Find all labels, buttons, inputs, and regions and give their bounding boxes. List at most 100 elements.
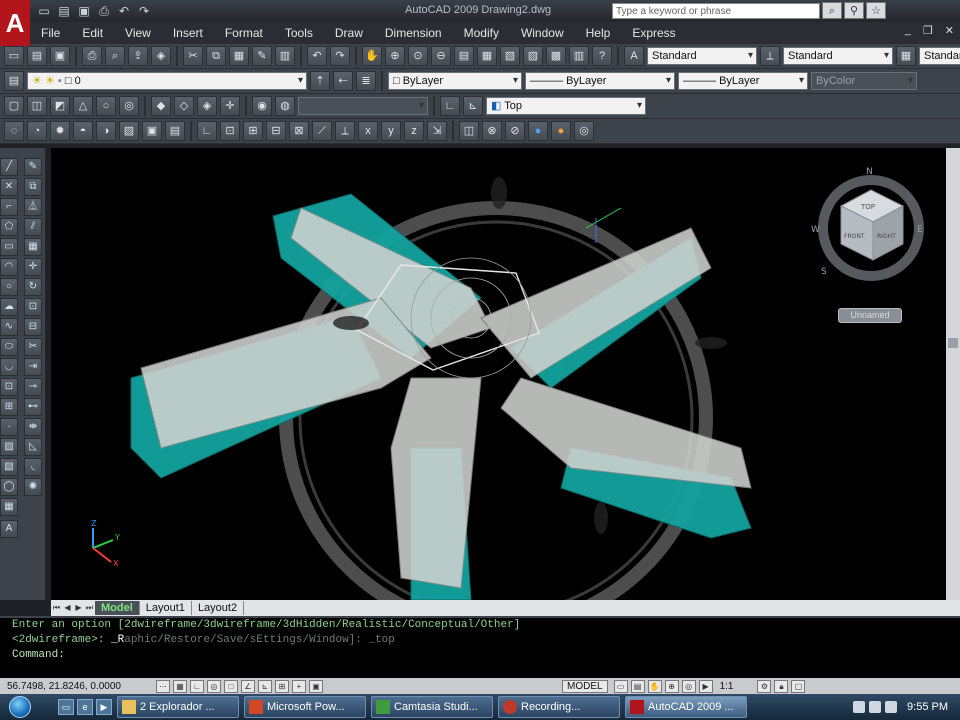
network-icon[interactable] [853, 701, 866, 713]
menu-window[interactable]: Window [510, 26, 575, 40]
plot-icon[interactable]: ⎙ [96, 3, 112, 19]
match-properties-icon[interactable]: ✎ [252, 46, 272, 66]
copy-icon[interactable]: ⧉ [206, 46, 226, 66]
3d-move-icon[interactable]: ✛ [220, 96, 240, 116]
point-icon[interactable]: · [0, 418, 18, 436]
lineweight-select[interactable]: ——— ByLayer [678, 72, 808, 90]
conceptual-icon[interactable]: ◎ [574, 121, 594, 141]
menu-express[interactable]: Express [621, 26, 686, 40]
cut-icon[interactable]: ✂ [183, 46, 203, 66]
table-style-select[interactable]: Standard [919, 47, 960, 65]
move-icon[interactable]: ✛ [24, 258, 42, 276]
task-autocad[interactable]: AutoCAD 2009 ... [625, 696, 747, 718]
doc-restore-icon[interactable]: ❐ [923, 24, 933, 37]
tab-prev-icon[interactable]: ◀ [62, 602, 73, 614]
menu-format[interactable]: Format [214, 26, 274, 40]
calculator-icon[interactable]: ▥ [569, 46, 589, 66]
plot-preview-icon[interactable]: ⌕ [105, 46, 125, 66]
copy-object-icon[interactable]: ⧉ [24, 178, 42, 196]
help-toolbar-icon[interactable]: ? [592, 46, 612, 66]
grid-icon[interactable]: ▦ [173, 679, 187, 693]
construction-line-icon[interactable]: ✕ [0, 178, 18, 196]
tab-layout2[interactable]: Layout2 [192, 601, 245, 615]
tab-first-icon[interactable]: ⏮ [51, 602, 62, 614]
text-style-select[interactable]: Standard [647, 47, 757, 65]
redo-toolbar-icon[interactable]: ↷ [330, 46, 350, 66]
cylinder-icon[interactable]: ◎ [119, 96, 139, 116]
polyline-icon[interactable]: ⌐ [0, 198, 18, 216]
menu-insert[interactable]: Insert [162, 26, 214, 40]
tab-next-icon[interactable]: ▶ [73, 602, 84, 614]
visual-styles-manager-icon[interactable]: ◫ [459, 121, 479, 141]
make-block-icon[interactable]: ⊞ [0, 398, 18, 416]
qnew-icon[interactable]: ▭ [36, 3, 52, 19]
zoom-previous-icon[interactable]: ⊖ [431, 46, 451, 66]
menu-tools[interactable]: Tools [274, 26, 324, 40]
doc-minimize-icon[interactable]: _ [905, 24, 911, 37]
rectangle-icon[interactable]: ▭ [0, 238, 18, 256]
tab-last-icon[interactable]: ⏭ [84, 602, 95, 614]
annotation-scale[interactable]: 1:1 [720, 681, 734, 692]
rotate-icon[interactable]: ↻ [24, 278, 42, 296]
gradient-icon[interactable]: ▧ [0, 458, 18, 476]
zoom-window-icon[interactable]: ⊙ [408, 46, 428, 66]
save-icon[interactable]: ▣ [76, 3, 92, 19]
pan-status-icon[interactable]: ✋ [647, 679, 662, 693]
polar-icon[interactable]: ◎ [207, 679, 221, 693]
3d-dwf-icon[interactable]: ◈ [151, 46, 171, 66]
dim-style-select[interactable]: Standard [783, 47, 893, 65]
menu-dimension[interactable]: Dimension [374, 26, 453, 40]
menu-edit[interactable]: Edit [71, 26, 114, 40]
hatch-icon[interactable]: ▨ [0, 438, 18, 456]
polygon-icon[interactable]: ⬠ [0, 218, 18, 236]
volume-icon[interactable] [869, 701, 882, 713]
menu-draw[interactable]: Draw [324, 26, 374, 40]
spline-icon[interactable]: ∿ [0, 318, 18, 336]
task-camtasia[interactable]: Camtasia Studi... [371, 696, 493, 718]
2d-wireframe-icon[interactable]: ⊗ [482, 121, 502, 141]
view-select[interactable]: ◧ Top [486, 97, 646, 115]
task-explorer[interactable]: 2 Explorador ... [117, 696, 239, 718]
cone-icon[interactable]: △ [73, 96, 93, 116]
line-icon[interactable]: ╱ [0, 158, 18, 176]
media-player-icon[interactable]: ▶ [96, 699, 112, 715]
steeringwheel-icon[interactable]: ◎ [681, 679, 696, 693]
properties-icon[interactable]: ▤ [454, 46, 474, 66]
redo-icon[interactable]: ↷ [136, 3, 152, 19]
light-icon[interactable]: ◓ [73, 121, 93, 141]
tool-palettes-icon[interactable]: ▧ [500, 46, 520, 66]
ie-icon[interactable]: e [77, 699, 93, 715]
clock[interactable]: 9:55 PM [907, 701, 948, 713]
revision-cloud-icon[interactable]: ☁ [0, 298, 18, 316]
sun-icon[interactable]: ✹ [50, 121, 70, 141]
3d-hidden-icon[interactable]: ● [528, 121, 548, 141]
markup-icon[interactable]: ▩ [546, 46, 566, 66]
zoom-realtime-icon[interactable]: ⊕ [385, 46, 405, 66]
polysolid-icon[interactable]: ▢ [4, 96, 24, 116]
show-desktop-icon[interactable]: ▭ [58, 699, 74, 715]
task-powerpoint[interactable]: Microsoft Pow... [244, 696, 366, 718]
chamfer-icon[interactable]: ◺ [24, 438, 42, 456]
search-input[interactable]: Type a keyword or phrase [612, 3, 820, 19]
layer-select[interactable]: ☀ ☀ ▪ □ 0 [27, 72, 307, 90]
circle-icon[interactable]: ○ [0, 278, 18, 296]
tab-model[interactable]: Model [95, 601, 140, 615]
render-icon[interactable]: ▨ [119, 121, 139, 141]
arc-icon[interactable]: ◠ [0, 258, 18, 276]
lwt-icon[interactable]: + [292, 679, 306, 693]
table-icon[interactable]: ▦ [0, 498, 18, 516]
mirror-icon[interactable]: ⏅ [24, 198, 42, 216]
ucs-object-icon[interactable]: ⊡ [220, 121, 240, 141]
ucs-zaxis-icon[interactable]: ⟋ [312, 121, 332, 141]
task-recording[interactable]: Recording... [498, 696, 620, 718]
block-editor-icon[interactable]: ▥ [275, 46, 295, 66]
undo-toolbar-icon[interactable]: ↶ [307, 46, 327, 66]
menu-file[interactable]: File [30, 26, 71, 40]
render-window-icon[interactable]: ▣ [142, 121, 162, 141]
pan-icon[interactable]: ✋ [362, 46, 382, 66]
drawing-viewport[interactable]: Z Y X TOP FRONT RIGHT N W E S Unnamed [51, 148, 946, 600]
open-icon[interactable]: ▤ [56, 3, 72, 19]
ucs-origin-icon[interactable]: ⊠ [289, 121, 309, 141]
ucs-z-icon[interactable]: z [404, 121, 424, 141]
ellipse-icon[interactable]: ⬭ [0, 338, 18, 356]
